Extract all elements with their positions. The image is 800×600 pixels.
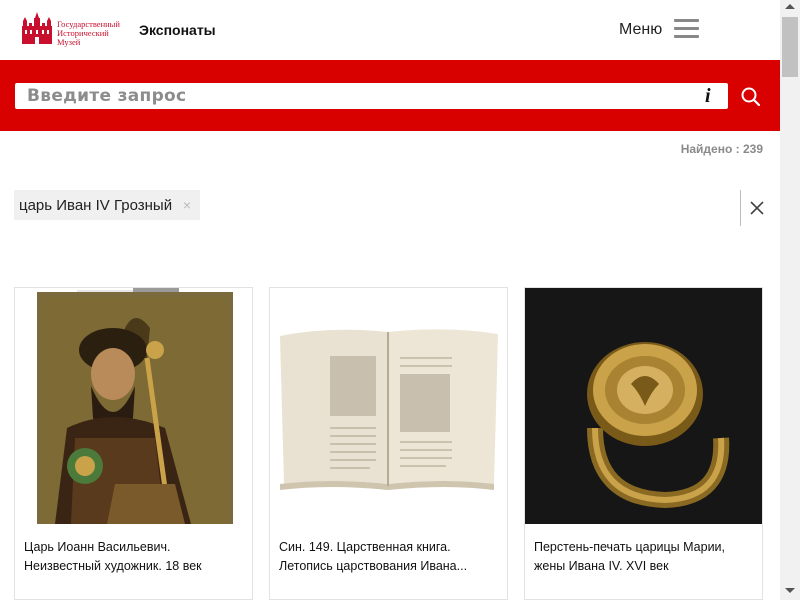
caption-line: Летопись царствования Ивана...	[279, 559, 468, 573]
results-count: Найдено : 239	[680, 142, 763, 156]
hamburger-menu-icon[interactable]	[674, 19, 699, 39]
caption-line: Син. 149. Царственная книга.	[279, 540, 451, 554]
exhibit-card[interactable]: Син. 149. Царственная книга. Летопись ца…	[269, 287, 508, 600]
exhibit-image-ring	[525, 288, 762, 524]
info-icon[interactable]: i	[705, 85, 711, 108]
divider	[740, 190, 741, 226]
scroll-up-arrow-icon[interactable]	[785, 4, 795, 9]
caption-line: Неизвестный художник. 18 век	[24, 559, 202, 573]
caption-line: Царь Иоанн Васильевич.	[24, 540, 171, 554]
search-icon[interactable]	[738, 84, 764, 110]
search-bar: i	[0, 60, 780, 131]
page-scrollbar[interactable]	[780, 0, 800, 600]
exhibit-image-book	[270, 288, 507, 524]
exhibit-caption: Перстень-печать царицы Марии, жены Ивана…	[534, 538, 756, 576]
exhibit-card[interactable]: Царь Иоанн Васильевич. Неизвестный худож…	[14, 287, 253, 600]
exhibit-caption: Син. 149. Царственная книга. Летопись ца…	[279, 538, 501, 576]
exhibit-image-portrait	[15, 288, 252, 524]
remove-filter-icon[interactable]: ×	[183, 197, 191, 213]
menu-label[interactable]: Меню	[619, 21, 662, 39]
scrollbar-thumb[interactable]	[782, 17, 798, 77]
caption-line: жены Ивана IV. XVI век	[534, 559, 669, 573]
filter-label: царь Иван IV Грозный	[19, 196, 173, 214]
site-header: Государственный Исторический Музей Экспо…	[0, 0, 780, 60]
clear-filters-close-icon[interactable]	[748, 199, 766, 217]
logo-wordmark: Государственный Исторический Музей	[57, 20, 135, 47]
section-title[interactable]: Экспонаты	[139, 22, 216, 38]
exhibit-card[interactable]: Перстень-печать царицы Марии, жены Ивана…	[524, 287, 763, 600]
logo-line: Музей	[57, 37, 81, 47]
search-box: i	[15, 83, 728, 109]
museum-building-icon	[22, 12, 52, 44]
museum-logo[interactable]: Государственный Исторический Музей	[20, 12, 132, 48]
exhibit-caption: Царь Иоанн Васильевич. Неизвестный худож…	[24, 538, 246, 576]
caption-line: Перстень-печать царицы Марии,	[534, 540, 726, 554]
scroll-down-arrow-icon[interactable]	[785, 588, 795, 593]
active-filter-tag: царь Иван IV Грозный ×	[14, 190, 201, 220]
search-input[interactable]	[15, 83, 695, 109]
